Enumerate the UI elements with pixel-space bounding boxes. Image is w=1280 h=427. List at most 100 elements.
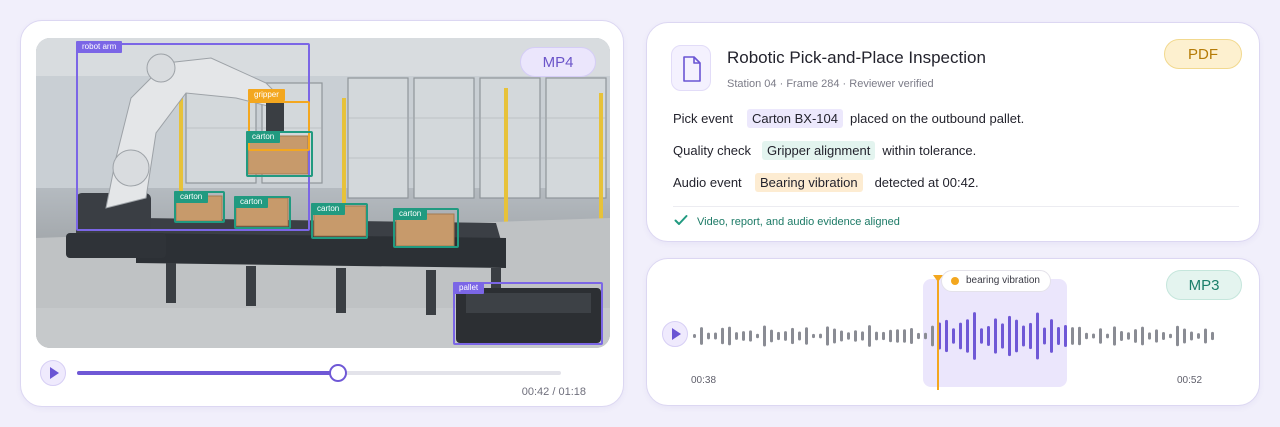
waveform-bar <box>1204 328 1207 344</box>
row-chip[interactable]: Gripper alignment <box>762 141 876 160</box>
waveform-bar <box>784 331 787 341</box>
waveform-bar <box>1071 327 1074 345</box>
audio-play-button[interactable] <box>662 321 688 347</box>
waveform-bar <box>805 327 808 345</box>
waveform-bar <box>1099 328 1102 344</box>
waveform-bar <box>812 333 815 339</box>
waveform-bar <box>1190 331 1193 341</box>
waveform-bar <box>1127 332 1130 340</box>
waveform-bar <box>714 332 717 340</box>
waveform-bar <box>1155 329 1158 343</box>
waveform-bar <box>798 331 801 341</box>
waveform-bar <box>1015 319 1018 353</box>
waveform-bar <box>791 327 794 345</box>
playhead-marker[interactable] <box>937 277 939 390</box>
document-icon <box>671 45 711 91</box>
waveform-bar <box>735 332 738 340</box>
row-label: Audio event <box>673 175 742 190</box>
detection-label-pallet: pallet <box>453 282 485 294</box>
waveform-bar <box>1148 332 1151 340</box>
play-icon <box>50 367 59 379</box>
waveform-bar <box>1162 331 1165 341</box>
waveform-bar <box>1043 327 1046 345</box>
detection-label-carton: carton <box>393 208 428 220</box>
waveform-bar <box>1001 323 1004 349</box>
waveform-bar <box>819 333 822 339</box>
waveform-bar <box>826 326 829 346</box>
waveform-bar <box>833 328 836 344</box>
waveform-bar <box>1050 319 1053 353</box>
detection-label-carton: carton <box>311 203 346 215</box>
waveform-bar <box>1029 322 1032 350</box>
waveform-bar <box>966 319 969 353</box>
waveform-bar <box>721 327 724 345</box>
check-icon <box>674 215 688 225</box>
waveform-bar <box>840 330 843 342</box>
waveform-bar <box>749 330 752 342</box>
audio-event-tag: bearing vibration <box>941 270 1051 292</box>
report-card: Robotic Pick-and-Place Inspection Statio… <box>646 22 1260 242</box>
row-label: Quality check <box>673 143 752 158</box>
alignment-status: Video, report, and audio evidence aligne… <box>697 216 900 228</box>
waveform-bar <box>945 319 948 353</box>
video-seek-bar[interactable] <box>77 364 561 382</box>
waveform-bar <box>952 328 955 344</box>
waveform-bar <box>1092 333 1095 339</box>
waveform-bar <box>1120 330 1123 342</box>
file-type-badge-mp4: MP4 <box>520 47 596 77</box>
waveform-bar <box>1197 333 1200 339</box>
waveform-bar <box>896 329 899 343</box>
waveform-bar <box>1169 333 1172 339</box>
waveform-bar <box>868 325 871 347</box>
waveform-bar <box>756 333 759 339</box>
play-icon <box>672 328 681 340</box>
waveform-bar <box>1064 325 1067 347</box>
waveform-bar <box>1008 315 1011 357</box>
waveform-bar <box>987 325 990 347</box>
detection-label-robot-arm: robot arm <box>76 41 123 53</box>
waveform-bar <box>917 332 920 340</box>
waveform-bar <box>847 332 850 340</box>
waveform-bar <box>693 334 696 338</box>
waveform-bar <box>742 331 745 341</box>
waveform-bar <box>1141 326 1144 346</box>
report-row-pick-event: Pick event Carton BX-104 placed on the o… <box>673 109 1024 128</box>
row-chip[interactable]: Bearing vibration <box>755 173 863 192</box>
report-title: Robotic Pick-and-Place Inspection <box>727 48 986 67</box>
detection-label-gripper: gripper <box>248 89 285 101</box>
waveform-bar <box>1183 328 1186 344</box>
detection-label-carton: carton <box>234 196 269 208</box>
video-seek-thumb[interactable] <box>329 364 348 382</box>
waveform-bar <box>861 331 864 341</box>
report-subtitle: Station 04 · Frame 284 · Reviewer verifi… <box>727 78 934 90</box>
audio-start-time: 00:38 <box>691 375 717 386</box>
waveform-bar <box>994 318 997 354</box>
waveform-bar <box>910 328 913 344</box>
report-row-quality-check: Quality check Gripper alignment within t… <box>673 141 976 160</box>
file-type-badge-pdf: PDF <box>1164 39 1242 69</box>
waveform-bar <box>707 332 710 340</box>
waveform-bar <box>980 328 983 344</box>
video-progress-fill <box>77 371 339 375</box>
video-play-button[interactable] <box>40 360 66 386</box>
waveform-bar <box>763 325 766 347</box>
row-chip[interactable]: Carton BX-104 <box>747 109 843 128</box>
file-type-badge-mp3: MP3 <box>1166 270 1242 300</box>
audio-event-label: bearing vibration <box>966 275 1040 286</box>
audio-player-card: bearing vibration MP3 00:38 00:52 <box>646 258 1260 406</box>
waveform-bar <box>973 312 976 360</box>
detection-label-carton: carton <box>174 191 209 203</box>
row-text: within tolerance. <box>882 143 977 158</box>
row-label: Pick event <box>673 111 733 126</box>
waveform-bar <box>924 332 927 340</box>
waveform-bar <box>882 331 885 341</box>
waveform-bar <box>875 331 878 341</box>
waveform-bar <box>1036 312 1039 360</box>
waveform-bar <box>1106 333 1109 339</box>
report-row-audio-event: Audio event Bearing vibration detected a… <box>673 173 979 192</box>
waveform-bar <box>1211 331 1214 341</box>
waveform-bar <box>1176 325 1179 347</box>
row-text: detected at 00:42. <box>874 175 979 190</box>
video-frame[interactable]: robot arm gripper carton carton carton c… <box>36 38 610 348</box>
waveform-bar <box>854 330 857 342</box>
